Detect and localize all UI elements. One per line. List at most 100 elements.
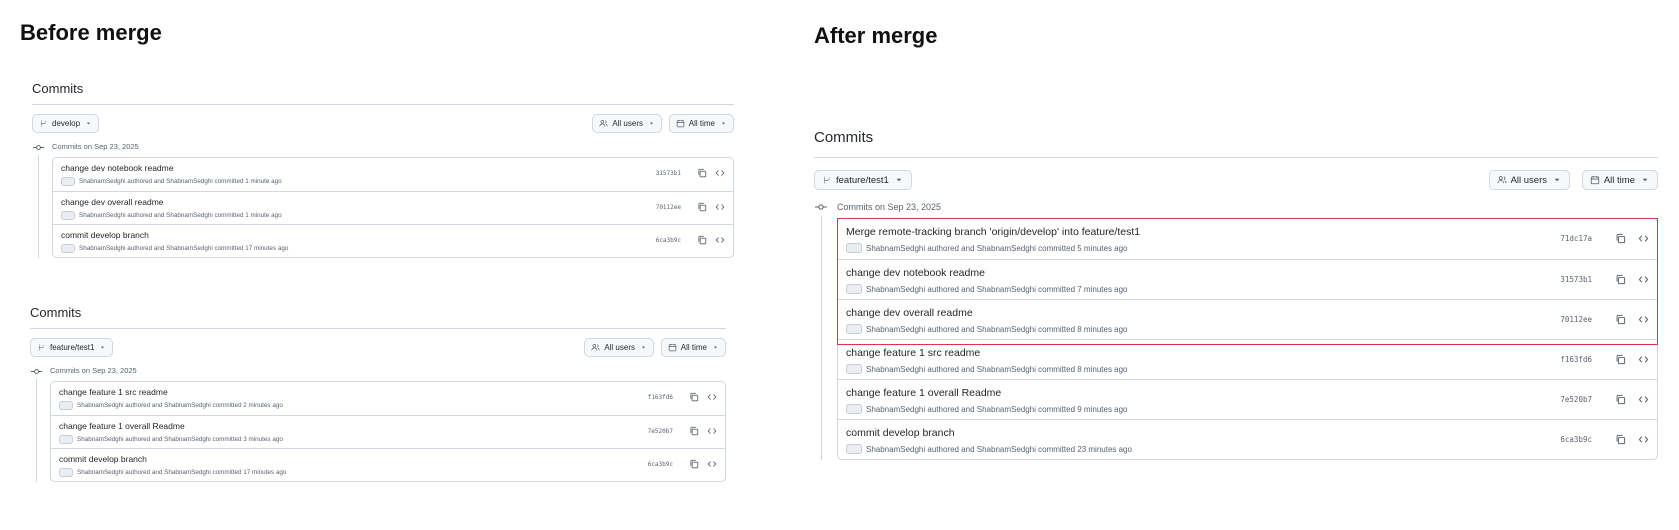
copy-icon[interactable] [1615,434,1626,445]
commit-meta-text: ShabnamSedghi authored and ShabnamSedghi… [866,364,1128,374]
commit-meta-text: ShabnamSedghi authored and ShabnamSedghi… [866,243,1128,253]
commit-message[interactable]: change feature 1 src readme [59,387,168,397]
copy-icon[interactable] [697,235,707,245]
commit-row[interactable]: change dev notebook readme ShabnamSedghi… [838,259,1657,299]
copy-icon[interactable] [1615,314,1626,325]
copy-icon[interactable] [697,168,707,178]
before-merge-heading: Before merge [20,20,162,45]
commit-message[interactable]: Merge remote-tracking branch 'origin/dev… [846,226,1140,238]
commit-actions: 70112ee [1560,314,1649,325]
commit-row[interactable]: commit develop branch ShabnamSedghi auth… [53,224,733,257]
time-filter[interactable]: All time [660,338,726,357]
code-icon[interactable] [1638,274,1649,285]
commit-row[interactable]: commit develop branch ShabnamSedghi auth… [51,448,725,481]
users-filter[interactable]: All users [592,114,662,133]
users-filter[interactable]: All users [1488,170,1570,190]
commit-sha[interactable]: 7e520b7 [1560,395,1592,404]
code-icon[interactable] [1638,434,1649,445]
commit-sha[interactable]: 71dc17a [1560,234,1592,243]
commit-timeline: Commits on Sep 23, 2025 Merge remote-tra… [814,196,1658,460]
commit-date-label: Commits on Sep 23, 2025 [837,202,942,212]
time-filter[interactable]: All time [668,114,734,133]
time-filter[interactable]: All time [1581,170,1658,190]
people-icon [599,120,608,127]
commit-row[interactable]: change feature 1 overall Readme ShabnamS… [838,379,1657,419]
commit-row[interactable]: commit develop branch ShabnamSedghi auth… [838,419,1657,459]
avatar [846,284,862,294]
avatar [846,404,862,414]
code-icon[interactable] [1638,354,1649,365]
copy-icon[interactable] [1615,354,1626,365]
triangle-down-icon [649,122,654,125]
copy-icon[interactable] [1615,274,1626,285]
commit-row[interactable]: change feature 1 src readme ShabnamSedgh… [51,382,725,415]
commit-meta: ShabnamSedghi authored and ShabnamSedghi… [59,468,286,477]
commit-date-label: Commits on Sep 23, 2025 [50,366,137,375]
commit-message[interactable]: change dev overall readme [846,307,973,319]
code-icon[interactable] [707,459,717,469]
triangle-down-icon [641,346,646,349]
commit-row[interactable]: change dev overall readme ShabnamSedghi … [838,299,1657,339]
code-icon[interactable] [1638,314,1649,325]
commit-row[interactable]: Merge remote-tracking branch 'origin/dev… [838,219,1657,259]
code-icon[interactable] [715,168,725,178]
commit-sha[interactable]: 70112ee [1560,315,1592,324]
commit-message[interactable]: change dev notebook readme [846,267,985,279]
commit-sha[interactable]: 6ca3b9c [648,461,673,468]
code-icon[interactable] [715,235,725,245]
commit-row[interactable]: change feature 1 src readme ShabnamSedgh… [838,339,1657,379]
commit-sha[interactable]: 7e520b7 [648,428,673,435]
commit-row[interactable]: change dev notebook readme ShabnamSedghi… [53,158,733,191]
triangle-down-icon [86,122,91,125]
commit-message[interactable]: change dev notebook readme [61,163,173,173]
copy-icon[interactable] [689,392,699,402]
commit-meta-text: ShabnamSedghi authored and ShabnamSedghi… [79,178,282,185]
commit-message[interactable]: commit develop branch [61,230,149,240]
commit-message[interactable]: change feature 1 src readme [846,347,980,359]
calendar-icon [1590,175,1599,185]
commit-meta: ShabnamSedghi authored and ShabnamSedghi… [846,444,1132,454]
copy-icon[interactable] [689,426,699,436]
commit-sha[interactable]: 6ca3b9c [656,237,681,244]
triangle-down-icon [721,122,726,125]
commit-meta: ShabnamSedghi authored and ShabnamSedghi… [846,284,1128,294]
commit-meta: ShabnamSedghi authored and ShabnamSedghi… [846,364,1128,374]
commit-meta: ShabnamSedghi authored and ShabnamSedghi… [59,435,283,444]
commit-meta-text: ShabnamSedghi authored and ShabnamSedghi… [866,404,1128,414]
commits-panel-develop: Commits develop All users All time Commi… [32,80,734,258]
commit-sha[interactable]: 31573b1 [656,170,681,177]
code-icon[interactable] [707,426,717,436]
avatar [846,364,862,374]
branch-selector[interactable]: develop [32,114,100,133]
commit-message[interactable]: change feature 1 overall Readme [59,421,185,431]
commit-meta-text: ShabnamSedghi authored and ShabnamSedghi… [866,444,1132,454]
commit-message[interactable]: commit develop branch [59,454,147,464]
code-icon[interactable] [1638,233,1649,244]
code-icon[interactable] [707,392,717,402]
copy-icon[interactable] [1615,233,1626,244]
branch-selector[interactable]: feature/test1 [30,338,114,357]
commit-message[interactable]: commit develop branch [846,427,955,439]
commit-sha[interactable]: 6ca3b9c [1560,435,1592,444]
divider [32,104,734,105]
after-merge-heading: After merge [814,23,938,48]
time-filter-label: All time [680,343,707,352]
users-filter[interactable]: All users [584,338,654,357]
commit-meta-text: ShabnamSedghi authored and ShabnamSedghi… [77,436,283,443]
commit-row[interactable]: change feature 1 overall Readme ShabnamS… [51,415,725,448]
branch-selector[interactable]: feature/test1 [814,170,912,190]
commit-row[interactable]: change dev overall readme ShabnamSedghi … [53,191,733,224]
copy-icon[interactable] [689,459,699,469]
people-icon [1497,176,1507,184]
commit-sha[interactable]: 31573b1 [1560,275,1592,284]
commit-message[interactable]: change dev overall readme [61,197,164,207]
commit-message[interactable]: change feature 1 overall Readme [846,387,1001,399]
commit-sha[interactable]: f163fd6 [1560,355,1592,364]
code-icon[interactable] [1638,394,1649,405]
commit-sha[interactable]: 70112ee [656,204,681,211]
copy-icon[interactable] [697,202,707,212]
code-icon[interactable] [715,202,725,212]
commit-sha[interactable]: f163fd6 [648,394,673,401]
copy-icon[interactable] [1615,394,1626,405]
commit-meta: ShabnamSedghi authored and ShabnamSedghi… [61,177,282,186]
